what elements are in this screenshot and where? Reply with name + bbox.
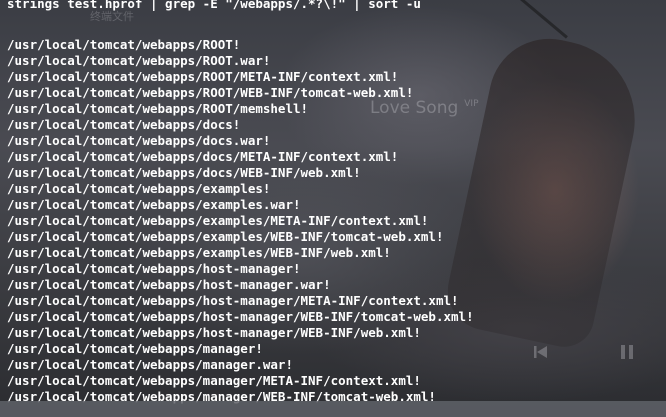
output-line: /usr/local/tomcat/webapps/examples/META-… — [7, 213, 429, 228]
terminal-window[interactable]: 终端文件 Love Song VIP strings test.hprof | g… — [0, 0, 666, 417]
output-line: /usr/local/tomcat/webapps/examples/WEB-I… — [7, 229, 444, 244]
command-line: strings test.hprof | grep -E "/webapps/.… — [7, 0, 421, 11]
output-line: /usr/local/tomcat/webapps/examples.war! — [7, 197, 301, 212]
output-line: /usr/local/tomcat/webapps/host-manager/W… — [7, 309, 474, 324]
output-line: /usr/local/tomcat/webapps/ROOT/META-INF/… — [7, 69, 399, 84]
output-line: /usr/local/tomcat/webapps/examples! — [7, 181, 271, 196]
output-line: /usr/local/tomcat/webapps/manager! — [7, 341, 263, 356]
output-line: /usr/local/tomcat/webapps/examples/WEB-I… — [7, 245, 391, 260]
output-line: /usr/local/tomcat/webapps/docs/META-INF/… — [7, 149, 399, 164]
output-line: /usr/local/tomcat/webapps/host-manager/W… — [7, 325, 421, 340]
command-output: /usr/local/tomcat/webapps/ROOT!/usr/loca… — [7, 37, 657, 405]
background-stick — [520, 0, 568, 39]
output-line: /usr/local/tomcat/webapps/ROOT.war! — [7, 53, 271, 68]
output-line: /usr/local/tomcat/webapps/ROOT! — [7, 37, 241, 52]
output-line: /usr/local/tomcat/webapps/ROOT/WEB-INF/t… — [7, 85, 414, 100]
output-line: /usr/local/tomcat/webapps/docs! — [7, 117, 241, 132]
output-line: /usr/local/tomcat/webapps/host-manager/M… — [7, 293, 459, 308]
output-line: /usr/local/tomcat/webapps/host-manager! — [7, 261, 301, 276]
output-line: /usr/local/tomcat/webapps/host-manager.w… — [7, 277, 331, 292]
output-line: /usr/local/tomcat/webapps/manager/META-I… — [7, 373, 421, 388]
output-line: /usr/local/tomcat/webapps/docs/WEB-INF/w… — [7, 165, 361, 180]
bottom-bar — [0, 401, 666, 417]
output-line: /usr/local/tomcat/webapps/docs.war! — [7, 133, 271, 148]
output-line: /usr/local/tomcat/webapps/ROOT/memshell! — [7, 101, 309, 116]
output-line: /usr/local/tomcat/webapps/manager.war! — [7, 357, 293, 372]
